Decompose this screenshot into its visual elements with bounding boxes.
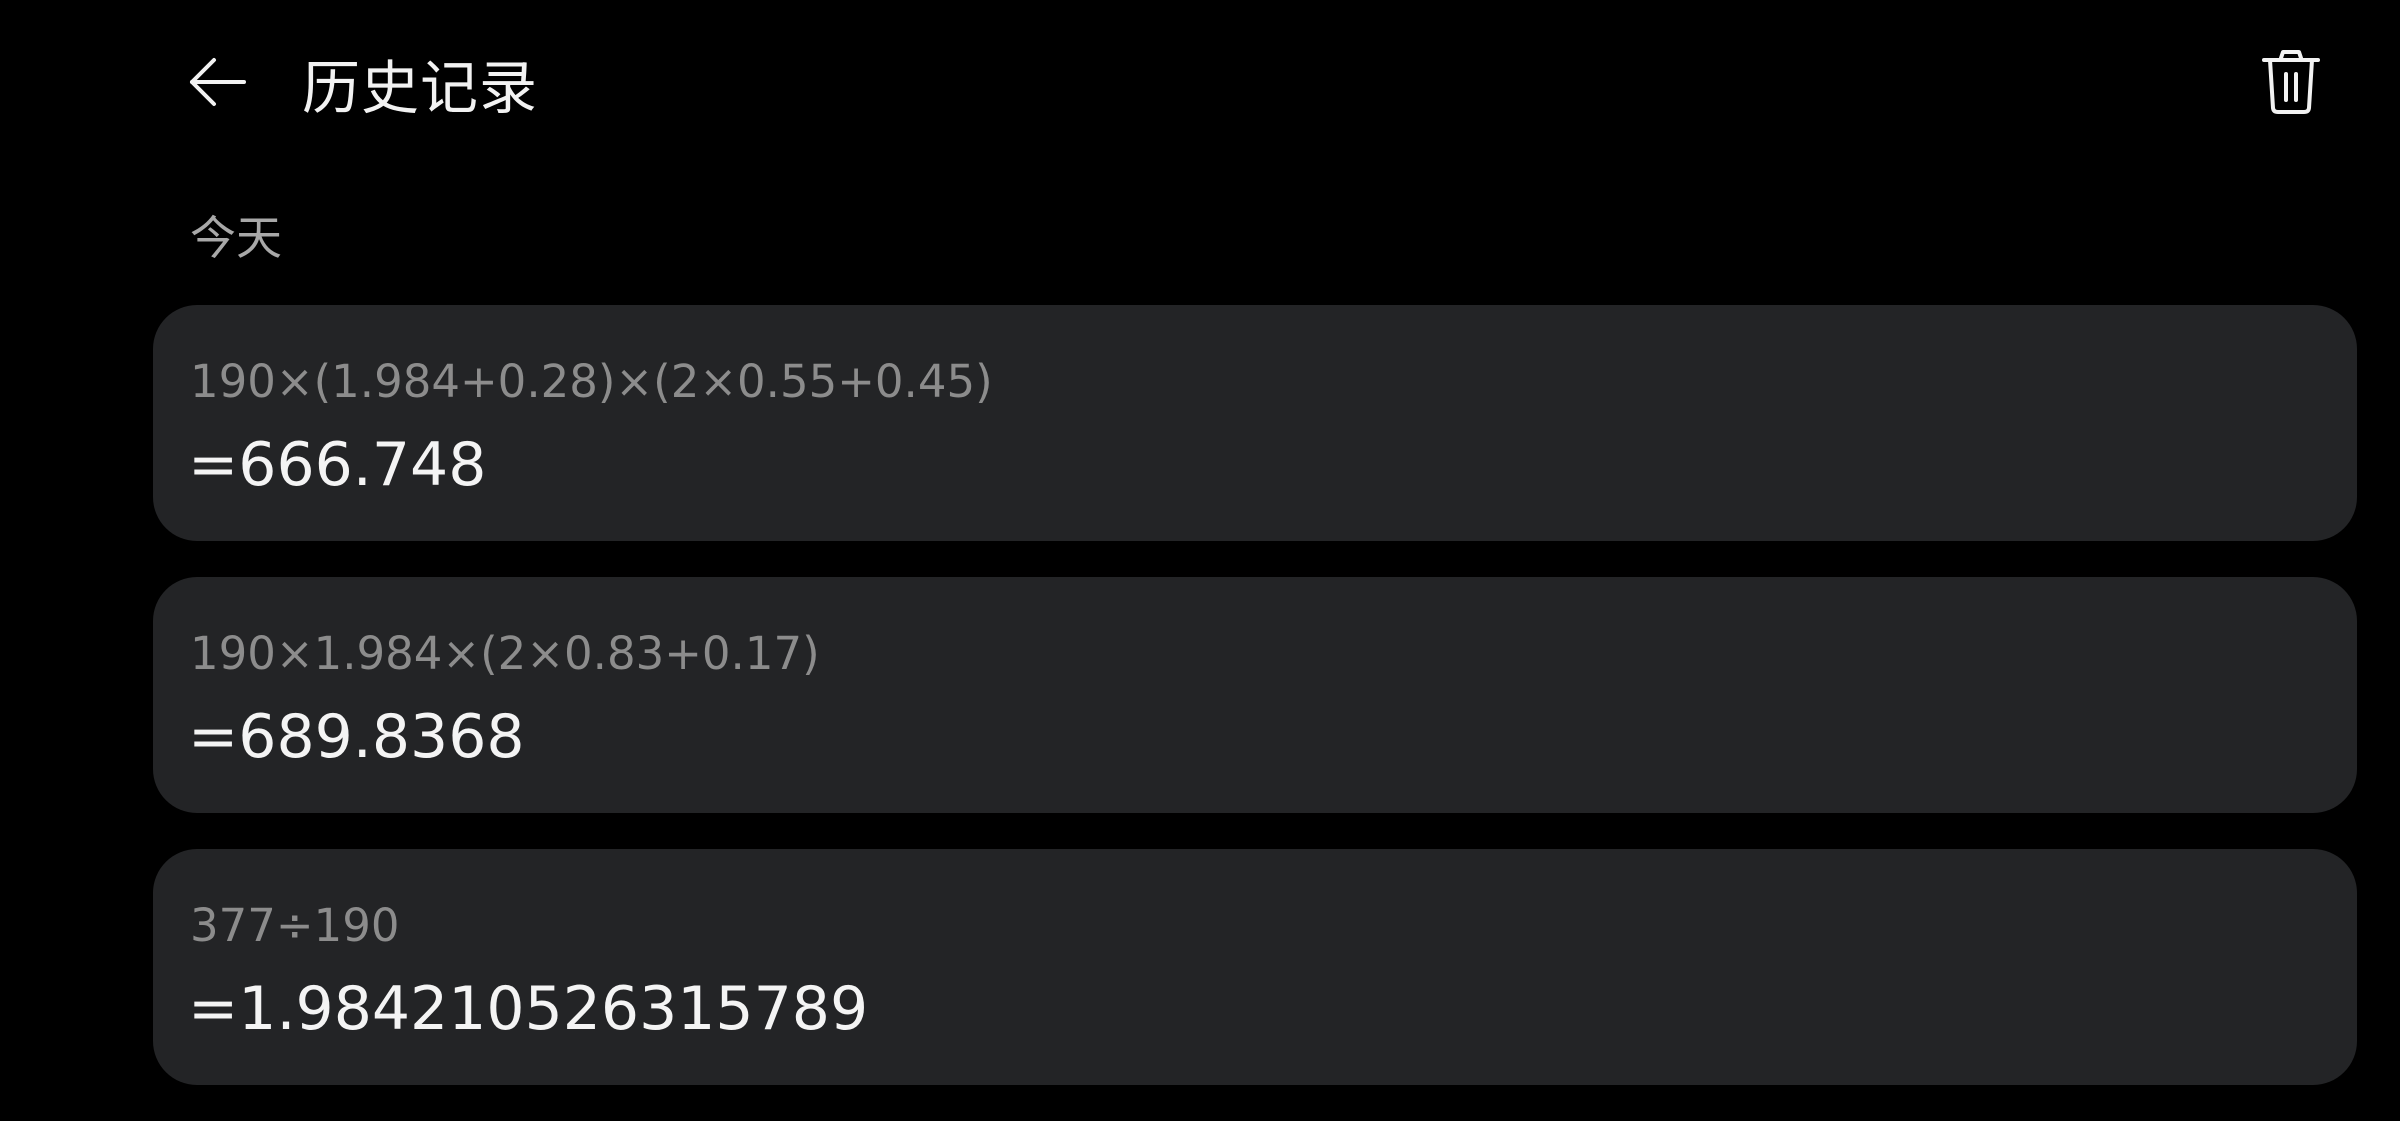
history-list: 190×(1.984+0.28)×(2×0.55+0.45) =666.748 … (153, 305, 2357, 1121)
history-item[interactable]: 190×1.984×(2×0.83+0.17) =689.8368 (153, 577, 2357, 813)
history-item[interactable]: 190×(1.984+0.28)×(2×0.55+0.45) =666.748 (153, 305, 2357, 541)
history-expression: 190×1.984×(2×0.83+0.17) (190, 627, 820, 680)
history-item[interactable]: 377÷190 =1.984210526315789 (153, 849, 2357, 1085)
top-bar: 历史记录 (0, 0, 2400, 170)
arrow-left-icon (186, 50, 250, 118)
history-expression: 190×(1.984+0.28)×(2×0.55+0.45) (190, 355, 993, 408)
history-result: =689.8368 (188, 702, 525, 772)
clear-history-button[interactable] (2246, 42, 2336, 126)
history-result: =1.984210526315789 (188, 974, 869, 1044)
history-result: =666.748 (188, 430, 487, 500)
back-button[interactable] (168, 42, 268, 126)
trash-icon (2259, 48, 2323, 120)
page-title: 历史记录 (302, 54, 539, 122)
history-expression: 377÷190 (190, 899, 400, 952)
section-label-today: 今天 (190, 211, 282, 265)
